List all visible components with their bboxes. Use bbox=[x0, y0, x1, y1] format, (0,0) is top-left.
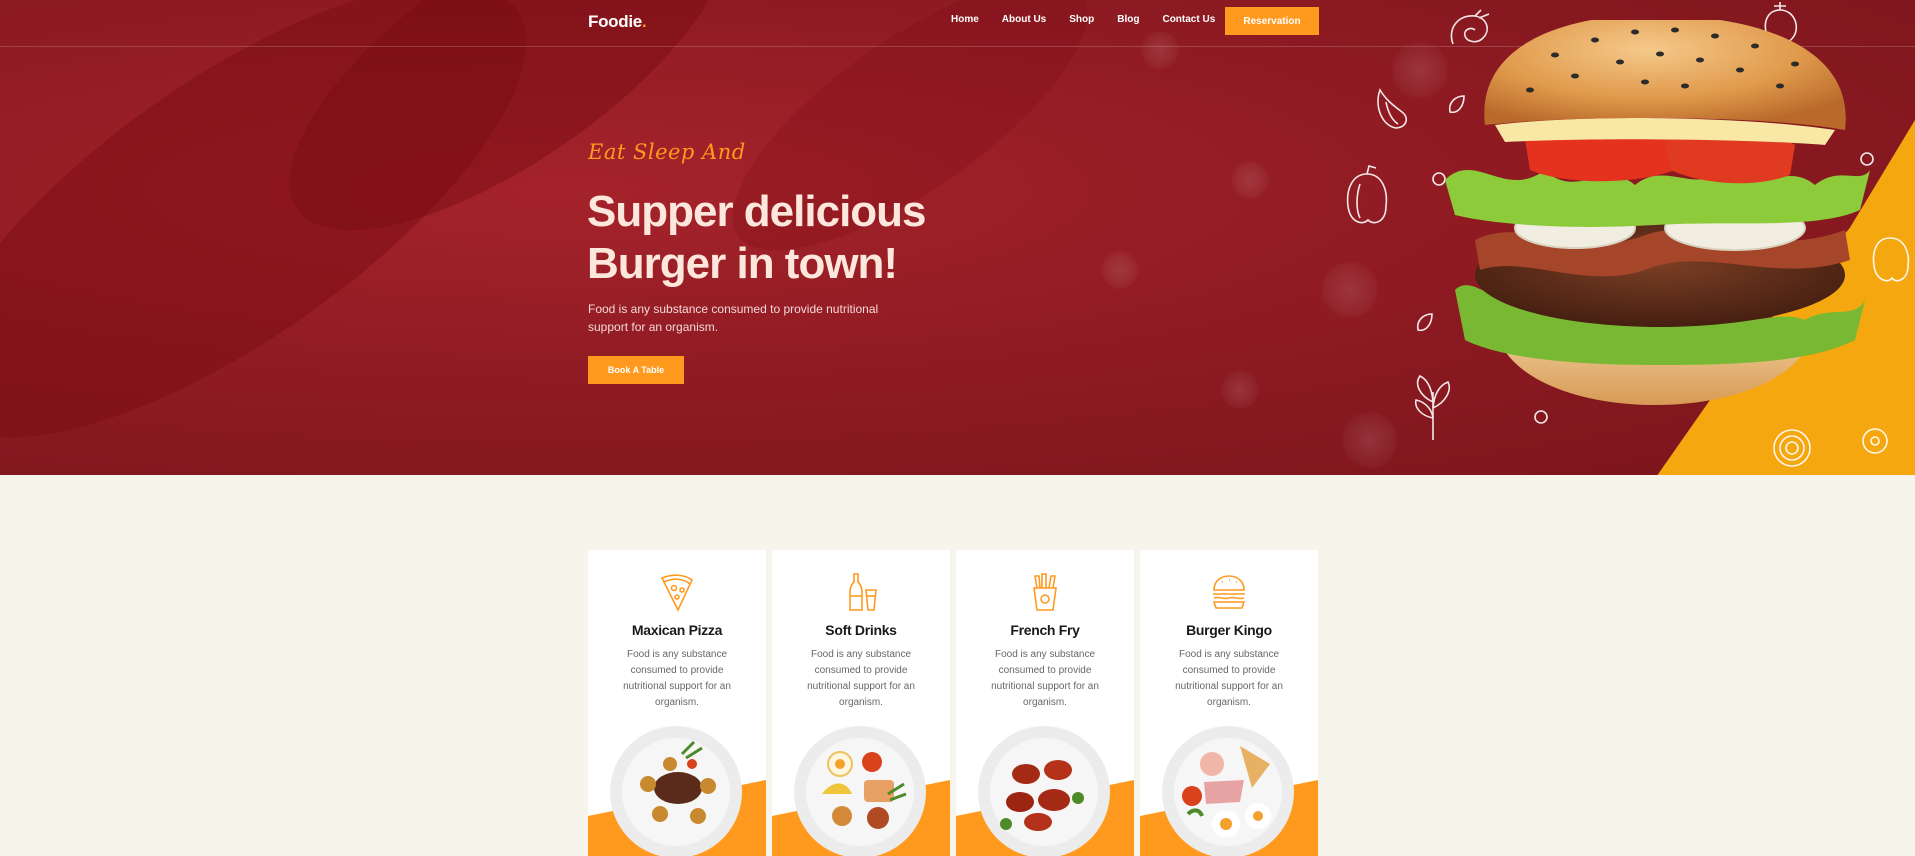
site-logo[interactable]: Foodie. bbox=[588, 12, 647, 32]
hero-burger-image bbox=[1445, 20, 1870, 405]
logo-text: Foodie bbox=[588, 12, 642, 31]
hero-tagline: Eat Sleep And bbox=[588, 140, 746, 164]
main-nav: Home About Us Shop Blog Contact Us bbox=[951, 14, 1238, 25]
garlic-sketch-icon bbox=[1377, 88, 1408, 129]
nav-about-us[interactable]: About Us bbox=[1002, 14, 1046, 25]
pattern-decoration bbox=[1320, 260, 1380, 320]
pattern-decoration bbox=[1140, 30, 1180, 70]
nav-contact-us[interactable]: Contact Us bbox=[1162, 14, 1215, 25]
card-title: French Fry bbox=[1010, 622, 1080, 638]
category-cards: Maxican Pizza Food is any substance cons… bbox=[588, 550, 1318, 856]
onion-slice-sketch-icon bbox=[1773, 429, 1811, 467]
pepper-sketch-icon bbox=[1346, 165, 1388, 224]
hero-title-line1: Supper delicious bbox=[587, 187, 927, 236]
reservation-button[interactable]: Reservation bbox=[1225, 7, 1319, 35]
category-card-fries[interactable]: French Fry Food is any substance consume… bbox=[956, 550, 1134, 856]
hero-section: Foodie. Home About Us Shop Blog Contact … bbox=[0, 0, 1915, 475]
french-fries-icon bbox=[1033, 573, 1057, 611]
lime-sketch-icon bbox=[1862, 428, 1888, 454]
card-description: Food is any substance consumed to provid… bbox=[991, 649, 1099, 708]
card-title: Burger Kingo bbox=[1186, 622, 1272, 638]
category-card-pizza[interactable]: Maxican Pizza Food is any substance cons… bbox=[588, 550, 766, 856]
card-title: Maxican Pizza bbox=[631, 622, 723, 638]
category-card-drinks[interactable]: Soft Drinks Food is any substance consum… bbox=[772, 550, 950, 856]
pattern-decoration bbox=[1100, 250, 1140, 290]
pattern-decoration bbox=[1220, 370, 1260, 410]
nav-shop[interactable]: Shop bbox=[1069, 14, 1094, 25]
hero-title: Supper delicious Burger in town! bbox=[587, 186, 1007, 290]
leaf-sketch-icon bbox=[1416, 313, 1433, 332]
logo-dot: . bbox=[641, 12, 647, 31]
chicken-wings-dish-image bbox=[978, 726, 1110, 856]
hero-description: Food is any substance consumed to provid… bbox=[588, 302, 879, 334]
breakfast-dish-image bbox=[1162, 726, 1294, 856]
card-description: Food is any substance consumed to provid… bbox=[623, 649, 731, 708]
pattern-decoration bbox=[1230, 160, 1270, 200]
burger-icon bbox=[1212, 575, 1246, 609]
steak-dish-image bbox=[610, 726, 742, 856]
card-title: Soft Drinks bbox=[825, 622, 897, 638]
card-description: Food is any substance consumed to provid… bbox=[1175, 649, 1283, 708]
soft-drinks-icon bbox=[849, 573, 877, 611]
nav-home[interactable]: Home bbox=[951, 14, 979, 25]
hero-title-line2: Burger in town! bbox=[587, 239, 898, 288]
category-card-burger[interactable]: Burger Kingo Food is any substance consu… bbox=[1140, 550, 1318, 856]
platter-dish-image bbox=[794, 726, 926, 856]
nav-blog[interactable]: Blog bbox=[1117, 14, 1139, 25]
pattern-decoration bbox=[1340, 410, 1400, 470]
book-a-table-button[interactable]: Book A Table bbox=[588, 356, 684, 384]
card-description: Food is any substance consumed to provid… bbox=[807, 649, 915, 708]
pizza-slice-icon bbox=[660, 574, 693, 612]
